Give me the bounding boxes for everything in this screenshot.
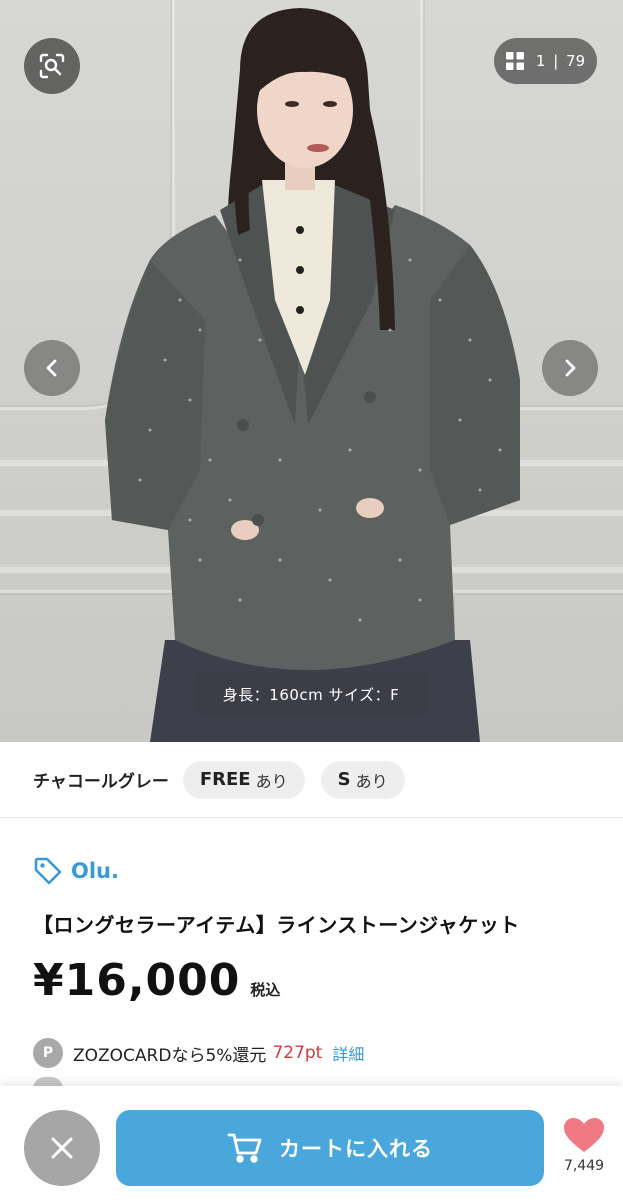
size-chip-s[interactable]: S あり	[320, 760, 405, 799]
bottom-action-bar: カートに入れる 7,449	[0, 1086, 623, 1200]
brand-name: Olu.	[71, 859, 119, 883]
image-counter-total: 79	[566, 52, 586, 70]
search-in-frame-icon	[39, 53, 65, 79]
grid-icon	[505, 52, 524, 70]
favorite-button[interactable]: 7,449	[556, 1116, 612, 1174]
points-amount: 727pt	[272, 1043, 323, 1063]
size-label: FREE	[199, 769, 251, 790]
chevron-right-icon	[565, 359, 576, 377]
points-text: ZOZOCARDなら5%還元	[73, 1045, 267, 1066]
close-icon	[51, 1137, 73, 1159]
favorite-count: 7,449	[563, 1158, 605, 1174]
size-label: S	[337, 769, 351, 790]
points-detail-link[interactable]: 詳細	[332, 1041, 364, 1065]
image-counter-button[interactable]: 1 | 79	[494, 38, 597, 84]
points-badge: P	[33, 1038, 63, 1068]
chevron-left-icon	[46, 359, 57, 377]
product-price: ¥16,000	[33, 955, 241, 1006]
model-size-caption: 身長：160cm サイズ：F	[194, 673, 428, 715]
size-chip-free[interactable]: FREE あり	[182, 760, 305, 799]
price-row: ¥16,000 税込	[33, 955, 280, 1006]
color-name: チャコールグレー	[33, 772, 169, 792]
points-row: P ZOZOCARDなら5%還元 727pt 詳細	[33, 1038, 364, 1068]
zoom-button[interactable]	[24, 38, 80, 94]
tax-label: 税込	[250, 981, 281, 999]
image-counter-current: 1	[535, 52, 546, 70]
next-image-button[interactable]	[542, 340, 598, 396]
cart-icon	[227, 1133, 262, 1163]
stock-label: あり	[355, 771, 388, 791]
add-to-cart-label: カートに入れる	[279, 1137, 433, 1161]
brand-link[interactable]: Olu.	[33, 856, 119, 886]
heart-icon	[564, 1118, 604, 1152]
tag-icon	[34, 857, 62, 885]
image-counter-separator: |	[553, 52, 559, 70]
product-title: 【ロングセラーアイテム】ラインストーンジャケット	[33, 913, 520, 937]
previous-image-button[interactable]	[24, 340, 80, 396]
variant-row: チャコールグレー FREE あり S あり	[0, 742, 623, 818]
image-counter-text: 1 | 79	[536, 52, 585, 70]
stock-label: あり	[255, 771, 288, 791]
close-button[interactable]	[24, 1110, 100, 1186]
add-to-cart-button[interactable]: カートに入れる	[116, 1110, 544, 1186]
model-figure	[105, 8, 520, 742]
product-image[interactable]: 1 | 79 身長：160cm サイズ：F	[0, 0, 623, 742]
